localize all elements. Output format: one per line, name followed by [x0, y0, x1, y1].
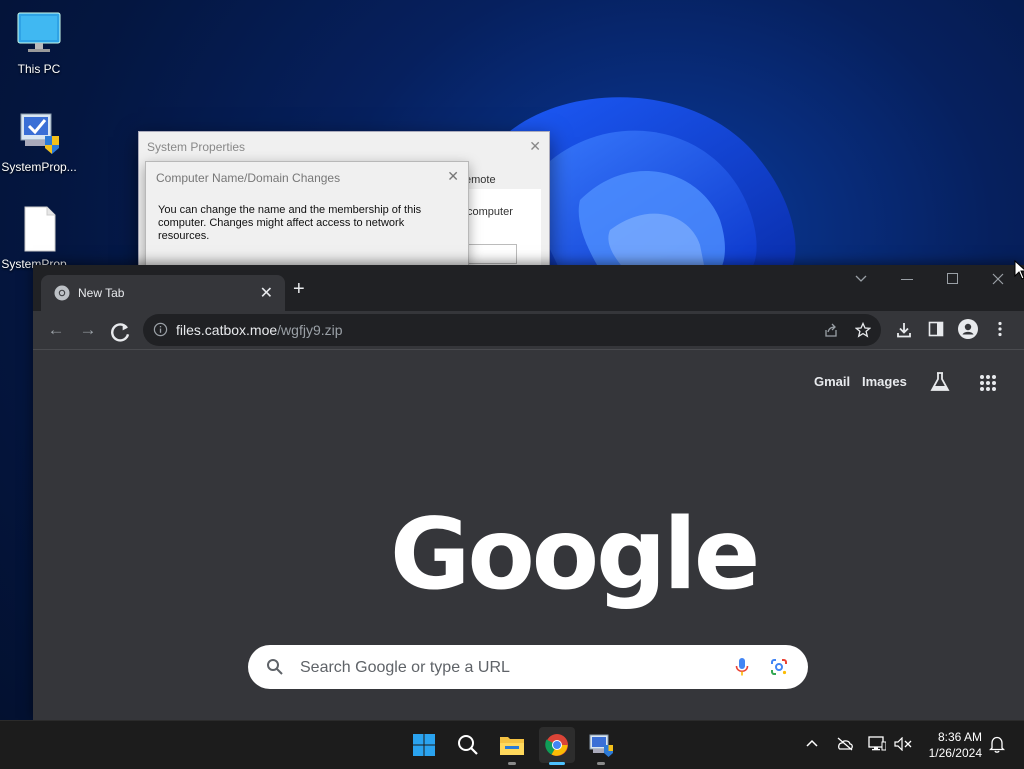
chrome-icon	[54, 285, 70, 301]
document-icon	[15, 205, 63, 253]
mouse-cursor-icon	[1014, 260, 1024, 280]
reload-icon[interactable]	[108, 321, 132, 345]
system-clock[interactable]: 8:36 AM 1/26/2024	[929, 729, 982, 761]
clock-time: 8:36 AM	[937, 730, 982, 744]
address-bar[interactable]: files.catbox.moe/wgfjy9.zip	[143, 314, 881, 346]
browser-toolbar: ← → files.catbox.moe/wgfjy9.zip	[33, 311, 1024, 349]
tab-title: New Tab	[78, 286, 125, 300]
taskbar-file-explorer[interactable]	[494, 727, 530, 765]
url-host: files.catbox.moe	[176, 322, 278, 338]
notification-bell-icon[interactable]	[989, 736, 1005, 753]
start-icon	[413, 734, 435, 756]
tab-strip: New Tab ✕ +	[33, 265, 1024, 311]
desktop-icon-systemprop-2[interactable]: SystemProp...	[1, 205, 77, 271]
show-hidden-icons-chevron-icon[interactable]	[806, 739, 818, 747]
clock-date: 1/26/2024	[928, 746, 982, 760]
desktop-icon-label: SystemProp...	[1, 160, 77, 174]
window-title: System Properties	[147, 140, 246, 154]
side-panel-icon[interactable]	[928, 321, 944, 337]
url-text: files.catbox.moe/wgfjy9.zip	[176, 322, 343, 338]
more-menu-icon[interactable]	[997, 321, 1003, 337]
new-tab-page: Gmail Images Google	[33, 349, 1024, 720]
desktop-icon-this-pc[interactable]: This PC	[1, 10, 77, 76]
close-window-icon[interactable]	[992, 273, 1004, 285]
chrome-icon	[545, 734, 568, 756]
voice-search-icon[interactable]	[735, 657, 749, 677]
onedrive-offline-icon[interactable]	[836, 737, 854, 751]
new-tab-button[interactable]: +	[293, 279, 305, 299]
partial-text: emote	[465, 174, 496, 186]
volume-muted-icon[interactable]	[894, 737, 912, 751]
taskbar-chrome[interactable]	[539, 727, 575, 765]
apps-grid-icon[interactable]	[979, 374, 997, 392]
monitor-icon	[15, 10, 63, 58]
file-explorer-icon	[500, 737, 524, 755]
system-properties-icon	[589, 734, 613, 757]
taskbar: 8:36 AM 1/26/2024	[0, 720, 1024, 769]
url-path: /wgfjy9.zip	[277, 322, 343, 338]
back-icon[interactable]: ←	[44, 318, 68, 342]
site-info-icon[interactable]	[153, 322, 168, 337]
google-logo: Google	[390, 498, 760, 612]
search-box[interactable]	[248, 645, 808, 689]
system-properties-icon	[15, 108, 63, 156]
tab-close-icon[interactable]: ✕	[260, 283, 273, 303]
running-indicator	[508, 762, 516, 765]
close-icon[interactable]: ✕	[529, 138, 541, 155]
desktop-icon-systemprop-1[interactable]: SystemProp...	[1, 108, 77, 174]
running-indicator	[597, 762, 605, 765]
taskbar-system-properties[interactable]	[583, 727, 619, 765]
maximize-icon[interactable]	[947, 273, 958, 284]
search-icon	[458, 735, 478, 755]
change-button[interactable]	[467, 244, 517, 264]
chrome-window[interactable]: New Tab ✕ + ← → files.catbox.moe/wgfjy9.…	[33, 265, 1024, 720]
images-link[interactable]: Images	[862, 374, 907, 389]
active-indicator	[549, 762, 565, 765]
start-button[interactable]	[406, 727, 442, 763]
taskbar-search-button[interactable]	[450, 727, 486, 763]
lens-search-icon[interactable]	[770, 658, 788, 676]
tab-search-chevron-icon[interactable]	[854, 274, 868, 284]
search-icon	[267, 659, 283, 675]
tab-new-tab[interactable]: New Tab ✕	[41, 275, 285, 311]
bookmark-star-icon[interactable]	[855, 322, 871, 338]
share-icon[interactable]	[823, 322, 839, 338]
minimize-icon[interactable]	[901, 279, 913, 281]
network-icon[interactable]	[868, 736, 886, 752]
desktop-icon-label: This PC	[17, 62, 61, 76]
computer-name-domain-dialog[interactable]: Computer Name/Domain Changes ✕ You can c…	[145, 161, 469, 275]
partial-text: computer	[467, 206, 513, 218]
gmail-link[interactable]: Gmail	[814, 374, 850, 389]
forward-icon[interactable]: →	[76, 318, 100, 342]
labs-flask-icon[interactable]	[930, 371, 950, 393]
dialog-description: You can change the name and the membersh…	[158, 204, 422, 242]
close-icon[interactable]: ✕	[447, 168, 459, 185]
download-icon[interactable]	[895, 321, 913, 339]
search-input[interactable]	[298, 655, 722, 681]
dialog-title: Computer Name/Domain Changes	[156, 171, 341, 185]
profile-avatar-icon[interactable]	[958, 319, 978, 339]
